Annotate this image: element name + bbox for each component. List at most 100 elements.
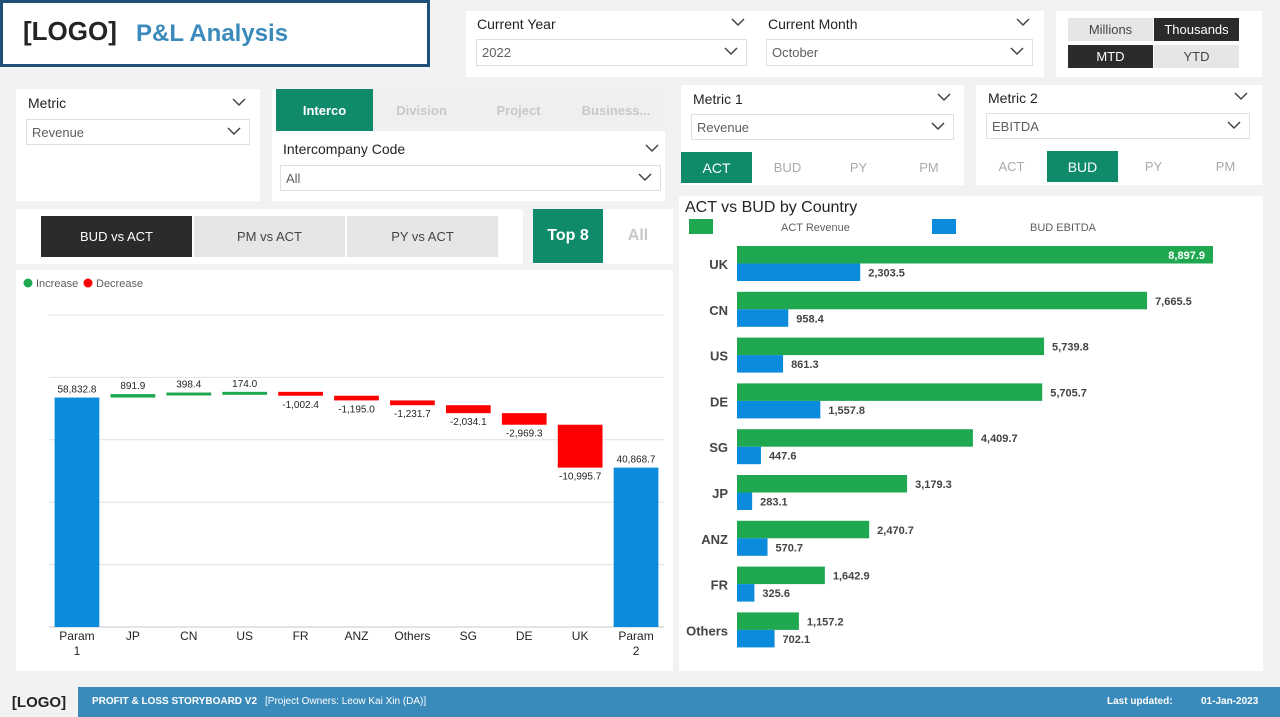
current-month-value: October <box>772 45 819 60</box>
act-bar <box>737 246 1213 264</box>
metric1-tab-act[interactable]: ACT <box>681 152 752 183</box>
legend-act-label: ACT Revenue <box>781 222 850 234</box>
metric-slicer-card: Metric Revenue <box>16 89 260 201</box>
header-logo-box: [LOGO] P&L Analysis <box>0 0 430 67</box>
act-bar <box>737 566 825 585</box>
tab-division[interactable]: Division <box>373 89 470 131</box>
waterfall-data-label: -1,002.4 <box>282 400 319 411</box>
metric1-tab-py[interactable]: PY <box>823 152 894 183</box>
tab-py-vs-act[interactable]: PY vs ACT <box>347 216 498 257</box>
metric2-value: EBITDA <box>992 119 1039 134</box>
waterfall-bar <box>390 400 435 406</box>
bud-data-label: 2,303.5 <box>868 268 905 280</box>
waterfall-bar <box>54 397 100 627</box>
metric2-tab-pm[interactable]: PM <box>1189 151 1262 182</box>
current-month-dropdown[interactable]: October <box>766 39 1033 66</box>
footer-logo: [LOGO] <box>0 687 78 717</box>
waterfall-data-label: -2,034.1 <box>450 417 487 428</box>
act-data-label: 1,157.2 <box>807 616 844 628</box>
chevron-down-icon <box>931 122 947 132</box>
thousands-button[interactable]: Thousands <box>1154 18 1239 41</box>
top8-button[interactable]: Top 8 <box>533 209 603 263</box>
mtd-button[interactable]: MTD <box>1068 45 1153 68</box>
waterfall-category-label: DE <box>516 629 533 643</box>
current-year-label: Current Year <box>477 16 556 32</box>
bud-data-label: 861.3 <box>791 359 819 371</box>
legend-increase-marker <box>23 278 33 288</box>
metric-value: Revenue <box>32 125 85 140</box>
act-data-label: 3,179.3 <box>915 479 952 491</box>
chevron-down-icon[interactable] <box>937 93 953 103</box>
act-data-label: 2,470.7 <box>877 525 914 537</box>
metric-dropdown[interactable]: Revenue <box>26 119 250 145</box>
footer-updated-label: Last updated: <box>1107 696 1173 707</box>
country-label: CN <box>709 303 728 318</box>
bud-data-label: 702.1 <box>783 634 811 646</box>
current-month-label: Current Month <box>768 16 858 32</box>
chevron-down-icon[interactable] <box>232 98 248 108</box>
intercompany-dropdown[interactable]: All <box>280 165 661 191</box>
intercompany-label: Intercompany Code <box>283 141 406 157</box>
act-data-label: 5,705.7 <box>1050 387 1087 399</box>
bud-bar <box>737 584 755 602</box>
country-chart-card: ACT vs BUD by Country ACT Revenue BUD EBIT… <box>679 196 1263 671</box>
tab-project[interactable]: Project <box>470 89 567 131</box>
metric1-dropdown[interactable]: Revenue <box>691 114 954 140</box>
bud-bar <box>737 492 753 510</box>
country-label: DE <box>710 394 728 409</box>
waterfall-data-label: -2,969.3 <box>506 429 543 440</box>
bud-data-label: 283.1 <box>760 497 788 509</box>
waterfall-data-label: -1,231.7 <box>394 409 431 420</box>
metric2-tab-py[interactable]: PY <box>1118 151 1189 182</box>
chevron-down-icon <box>1227 121 1243 131</box>
dimension-card: Interco Division Project Business... Int… <box>272 89 665 201</box>
legend-decrease-label: Decrease <box>96 278 143 290</box>
current-year-value: 2022 <box>482 45 511 60</box>
chevron-down-icon[interactable] <box>645 144 661 154</box>
current-year-dropdown[interactable]: 2022 <box>476 39 747 66</box>
tab-bud-vs-act[interactable]: BUD vs ACT <box>41 216 192 257</box>
bud-bar <box>737 446 761 465</box>
metric1-value: Revenue <box>697 120 750 135</box>
bud-bar <box>737 309 789 327</box>
waterfall-bar <box>278 391 323 396</box>
chevron-down-icon[interactable] <box>731 18 747 28</box>
bud-data-label: 958.4 <box>796 313 824 325</box>
waterfall-chart: Increase Decrease 58,832.8 Param 1 891.9 JP 398… <box>23 278 664 658</box>
logo: [LOGO] <box>23 16 117 46</box>
waterfall-data-label: 40,868.7 <box>617 455 656 466</box>
compare-tabs-card: BUD vs ACT PM vs ACT PY vs ACT <box>16 209 523 264</box>
metric1-card: Metric 1 Revenue ACT BUD PY PM <box>681 85 964 185</box>
millions-button[interactable]: Millions <box>1068 18 1153 41</box>
metric2-card: Metric 2 EBITDA ACT BUD PY PM <box>976 85 1262 185</box>
waterfall-category-label: Param 1 <box>59 629 94 658</box>
page-title: P&L Analysis <box>136 20 289 47</box>
tab-pm-vs-act[interactable]: PM vs ACT <box>194 216 345 257</box>
bud-data-label: 447.6 <box>769 451 797 463</box>
waterfall-bar <box>222 391 268 395</box>
metric2-tab-bud[interactable]: BUD <box>1047 151 1118 182</box>
metric1-tab-bud[interactable]: BUD <box>752 152 823 183</box>
legend-decrease-marker <box>83 278 93 288</box>
bud-bar <box>737 355 784 373</box>
bud-data-label: 570.7 <box>776 542 804 554</box>
topn-card: Top 8 All <box>533 209 673 264</box>
all-button[interactable]: All <box>603 209 673 263</box>
metric1-tab-pm[interactable]: PM <box>894 152 964 183</box>
footer-owners: [Project Owners: Leow Kai Xin (DA)] <box>265 696 427 707</box>
metric2-dropdown[interactable]: EBITDA <box>986 113 1250 139</box>
chevron-down-icon[interactable] <box>1234 92 1250 102</box>
metric2-tab-act[interactable]: ACT <box>976 151 1047 182</box>
tab-business[interactable]: Business... <box>567 89 665 131</box>
act-bar <box>737 383 1043 401</box>
metric-label: Metric <box>28 95 67 111</box>
act-data-label: 5,739.8 <box>1052 342 1089 354</box>
country-label: FR <box>711 578 729 593</box>
act-bar <box>737 612 799 630</box>
chart-title: ACT vs BUD by Country <box>685 199 857 216</box>
waterfall-category-label: Param 2 <box>618 629 653 658</box>
ytd-button[interactable]: YTD <box>1154 45 1239 68</box>
chevron-down-icon[interactable] <box>1016 18 1032 28</box>
tab-interco[interactable]: Interco <box>276 89 373 131</box>
country-label: JP <box>712 486 728 501</box>
